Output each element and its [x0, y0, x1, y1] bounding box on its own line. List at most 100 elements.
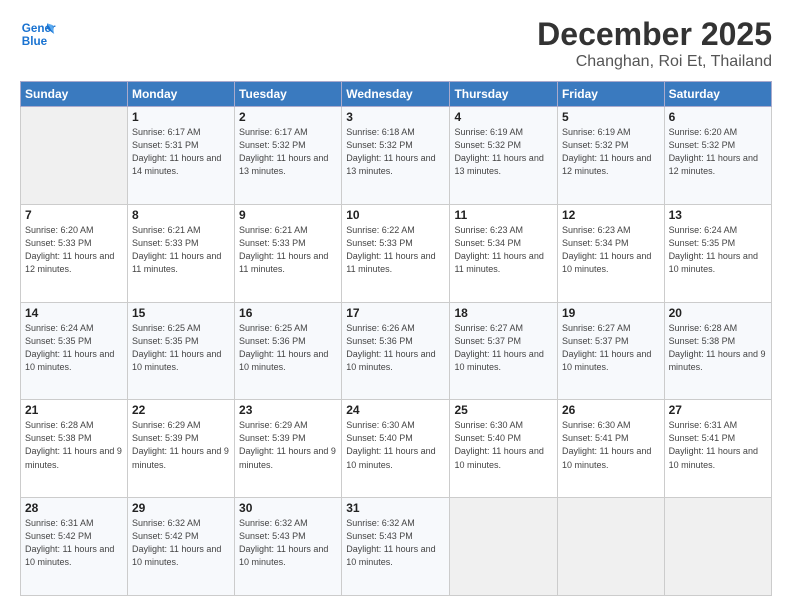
- calendar-cell: 20 Sunrise: 6:28 AMSunset: 5:38 PMDayligh…: [664, 302, 771, 400]
- calendar-cell: 26 Sunrise: 6:30 AMSunset: 5:41 PMDayligh…: [557, 400, 664, 498]
- calendar-cell: 2Sunrise: 6:17 AMSunset: 5:32 PMDaylight…: [235, 107, 342, 205]
- day-detail: Sunrise: 6:29 AMSunset: 5:39 PMDaylight:…: [132, 419, 230, 471]
- day-detail: Sunrise: 6:20 AMSunset: 5:32 PMDaylight:…: [669, 126, 767, 178]
- calendar-cell: [557, 498, 664, 596]
- day-detail: Sunrise: 6:21 AMSunset: 5:33 PMDaylight:…: [132, 224, 230, 276]
- calendar-cell: 11 Sunrise: 6:23 AMSunset: 5:34 PMDayligh…: [450, 204, 558, 302]
- day-detail: Sunrise: 6:30 AMSunset: 5:40 PMDaylight:…: [454, 419, 553, 471]
- calendar-cell: 29Sunrise: 6:32 AMSunset: 5:42 PMDayligh…: [127, 498, 234, 596]
- calendar-cell: 4 Sunrise: 6:19 AMSunset: 5:32 PMDaylight…: [450, 107, 558, 205]
- day-number: 26: [562, 403, 660, 417]
- day-detail: Sunrise: 6:24 AMSunset: 5:35 PMDaylight:…: [25, 322, 123, 374]
- calendar-cell: 16Sunrise: 6:25 AMSunset: 5:36 PMDayligh…: [235, 302, 342, 400]
- day-detail: Sunrise: 6:28 AMSunset: 5:38 PMDaylight:…: [669, 322, 767, 374]
- day-detail: Sunrise: 6:28 AMSunset: 5:38 PMDaylight:…: [25, 419, 123, 471]
- day-number: 20: [669, 306, 767, 320]
- logo: General Blue: [20, 16, 56, 52]
- calendar-cell: 27Sunrise: 6:31 AMSunset: 5:41 PMDayligh…: [664, 400, 771, 498]
- calendar-cell: 6 Sunrise: 6:20 AMSunset: 5:32 PMDaylight…: [664, 107, 771, 205]
- day-detail: Sunrise: 6:26 AMSunset: 5:36 PMDaylight:…: [346, 322, 445, 374]
- day-number: 12: [562, 208, 660, 222]
- calendar-cell: 19 Sunrise: 6:27 AMSunset: 5:37 PMDayligh…: [557, 302, 664, 400]
- day-number: 17: [346, 306, 445, 320]
- day-detail: Sunrise: 6:25 AMSunset: 5:35 PMDaylight:…: [132, 322, 230, 374]
- weekday-header-sunday: Sunday: [21, 82, 128, 107]
- logo-icon: General Blue: [20, 16, 56, 52]
- calendar-cell: 30 Sunrise: 6:32 AMSunset: 5:43 PMDayligh…: [235, 498, 342, 596]
- day-number: 13: [669, 208, 767, 222]
- header: General Blue December 2025 Changhan, Roi…: [20, 16, 772, 71]
- weekday-header-wednesday: Wednesday: [342, 82, 450, 107]
- day-detail: Sunrise: 6:19 AMSunset: 5:32 PMDaylight:…: [454, 126, 553, 178]
- calendar-cell: 7 Sunrise: 6:20 AMSunset: 5:33 PMDaylight…: [21, 204, 128, 302]
- calendar-cell: 8Sunrise: 6:21 AMSunset: 5:33 PMDaylight…: [127, 204, 234, 302]
- svg-text:Blue: Blue: [22, 35, 48, 48]
- calendar-cell: 12 Sunrise: 6:23 AMSunset: 5:34 PMDayligh…: [557, 204, 664, 302]
- day-number: 9: [239, 208, 337, 222]
- title-area: December 2025 Changhan, Roi Et, Thailand: [537, 16, 772, 71]
- calendar-cell: 24 Sunrise: 6:30 AMSunset: 5:40 PMDayligh…: [342, 400, 450, 498]
- day-detail: Sunrise: 6:24 AMSunset: 5:35 PMDaylight:…: [669, 224, 767, 276]
- calendar-cell: 28Sunrise: 6:31 AMSunset: 5:42 PMDayligh…: [21, 498, 128, 596]
- week-row-4: 21 Sunrise: 6:28 AMSunset: 5:38 PMDayligh…: [21, 400, 772, 498]
- calendar-cell: 15 Sunrise: 6:25 AMSunset: 5:35 PMDayligh…: [127, 302, 234, 400]
- calendar-cell: 3 Sunrise: 6:18 AMSunset: 5:32 PMDaylight…: [342, 107, 450, 205]
- weekday-header-monday: Monday: [127, 82, 234, 107]
- calendar-cell: 13 Sunrise: 6:24 AMSunset: 5:35 PMDayligh…: [664, 204, 771, 302]
- day-number: 24: [346, 403, 445, 417]
- week-row-5: 28Sunrise: 6:31 AMSunset: 5:42 PMDayligh…: [21, 498, 772, 596]
- day-number: 30: [239, 501, 337, 515]
- calendar-cell: 22 Sunrise: 6:29 AMSunset: 5:39 PMDayligh…: [127, 400, 234, 498]
- day-number: 23: [239, 403, 337, 417]
- day-number: 4: [454, 110, 553, 124]
- day-number: 11: [454, 208, 553, 222]
- day-number: 25: [454, 403, 553, 417]
- month-title: December 2025: [537, 16, 772, 53]
- calendar-cell: [21, 107, 128, 205]
- day-detail: Sunrise: 6:30 AMSunset: 5:40 PMDaylight:…: [346, 419, 445, 471]
- day-number: 5: [562, 110, 660, 124]
- day-number: 21: [25, 403, 123, 417]
- day-number: 10: [346, 208, 445, 222]
- calendar-cell: 21 Sunrise: 6:28 AMSunset: 5:38 PMDayligh…: [21, 400, 128, 498]
- week-row-3: 14 Sunrise: 6:24 AMSunset: 5:35 PMDayligh…: [21, 302, 772, 400]
- calendar-cell: 10 Sunrise: 6:22 AMSunset: 5:33 PMDayligh…: [342, 204, 450, 302]
- day-detail: Sunrise: 6:27 AMSunset: 5:37 PMDaylight:…: [562, 322, 660, 374]
- calendar-cell: 17 Sunrise: 6:26 AMSunset: 5:36 PMDayligh…: [342, 302, 450, 400]
- day-number: 15: [132, 306, 230, 320]
- week-row-1: 1Sunrise: 6:17 AMSunset: 5:31 PMDaylight…: [21, 107, 772, 205]
- day-detail: Sunrise: 6:18 AMSunset: 5:32 PMDaylight:…: [346, 126, 445, 178]
- calendar-cell: 14 Sunrise: 6:24 AMSunset: 5:35 PMDayligh…: [21, 302, 128, 400]
- day-detail: Sunrise: 6:23 AMSunset: 5:34 PMDaylight:…: [454, 224, 553, 276]
- day-number: 19: [562, 306, 660, 320]
- day-detail: Sunrise: 6:32 AMSunset: 5:43 PMDaylight:…: [346, 517, 445, 569]
- day-detail: Sunrise: 6:20 AMSunset: 5:33 PMDaylight:…: [25, 224, 123, 276]
- day-number: 6: [669, 110, 767, 124]
- calendar-table: SundayMondayTuesdayWednesdayThursdayFrid…: [20, 81, 772, 596]
- calendar-cell: 5Sunrise: 6:19 AMSunset: 5:32 PMDaylight…: [557, 107, 664, 205]
- day-number: 18: [454, 306, 553, 320]
- weekday-header-tuesday: Tuesday: [235, 82, 342, 107]
- weekday-header-friday: Friday: [557, 82, 664, 107]
- day-detail: Sunrise: 6:17 AMSunset: 5:32 PMDaylight:…: [239, 126, 337, 178]
- day-number: 31: [346, 501, 445, 515]
- day-number: 22: [132, 403, 230, 417]
- day-detail: Sunrise: 6:25 AMSunset: 5:36 PMDaylight:…: [239, 322, 337, 374]
- day-detail: Sunrise: 6:23 AMSunset: 5:34 PMDaylight:…: [562, 224, 660, 276]
- day-detail: Sunrise: 6:31 AMSunset: 5:42 PMDaylight:…: [25, 517, 123, 569]
- day-detail: Sunrise: 6:31 AMSunset: 5:41 PMDaylight:…: [669, 419, 767, 471]
- day-number: 3: [346, 110, 445, 124]
- day-detail: Sunrise: 6:22 AMSunset: 5:33 PMDaylight:…: [346, 224, 445, 276]
- calendar-cell: 1Sunrise: 6:17 AMSunset: 5:31 PMDaylight…: [127, 107, 234, 205]
- day-detail: Sunrise: 6:27 AMSunset: 5:37 PMDaylight:…: [454, 322, 553, 374]
- day-detail: Sunrise: 6:21 AMSunset: 5:33 PMDaylight:…: [239, 224, 337, 276]
- calendar-cell: 18 Sunrise: 6:27 AMSunset: 5:37 PMDayligh…: [450, 302, 558, 400]
- day-detail: Sunrise: 6:17 AMSunset: 5:31 PMDaylight:…: [132, 126, 230, 178]
- weekday-header-thursday: Thursday: [450, 82, 558, 107]
- day-detail: Sunrise: 6:30 AMSunset: 5:41 PMDaylight:…: [562, 419, 660, 471]
- weekday-header-saturday: Saturday: [664, 82, 771, 107]
- day-detail: Sunrise: 6:29 AMSunset: 5:39 PMDaylight:…: [239, 419, 337, 471]
- day-detail: Sunrise: 6:32 AMSunset: 5:43 PMDaylight:…: [239, 517, 337, 569]
- day-number: 7: [25, 208, 123, 222]
- day-number: 14: [25, 306, 123, 320]
